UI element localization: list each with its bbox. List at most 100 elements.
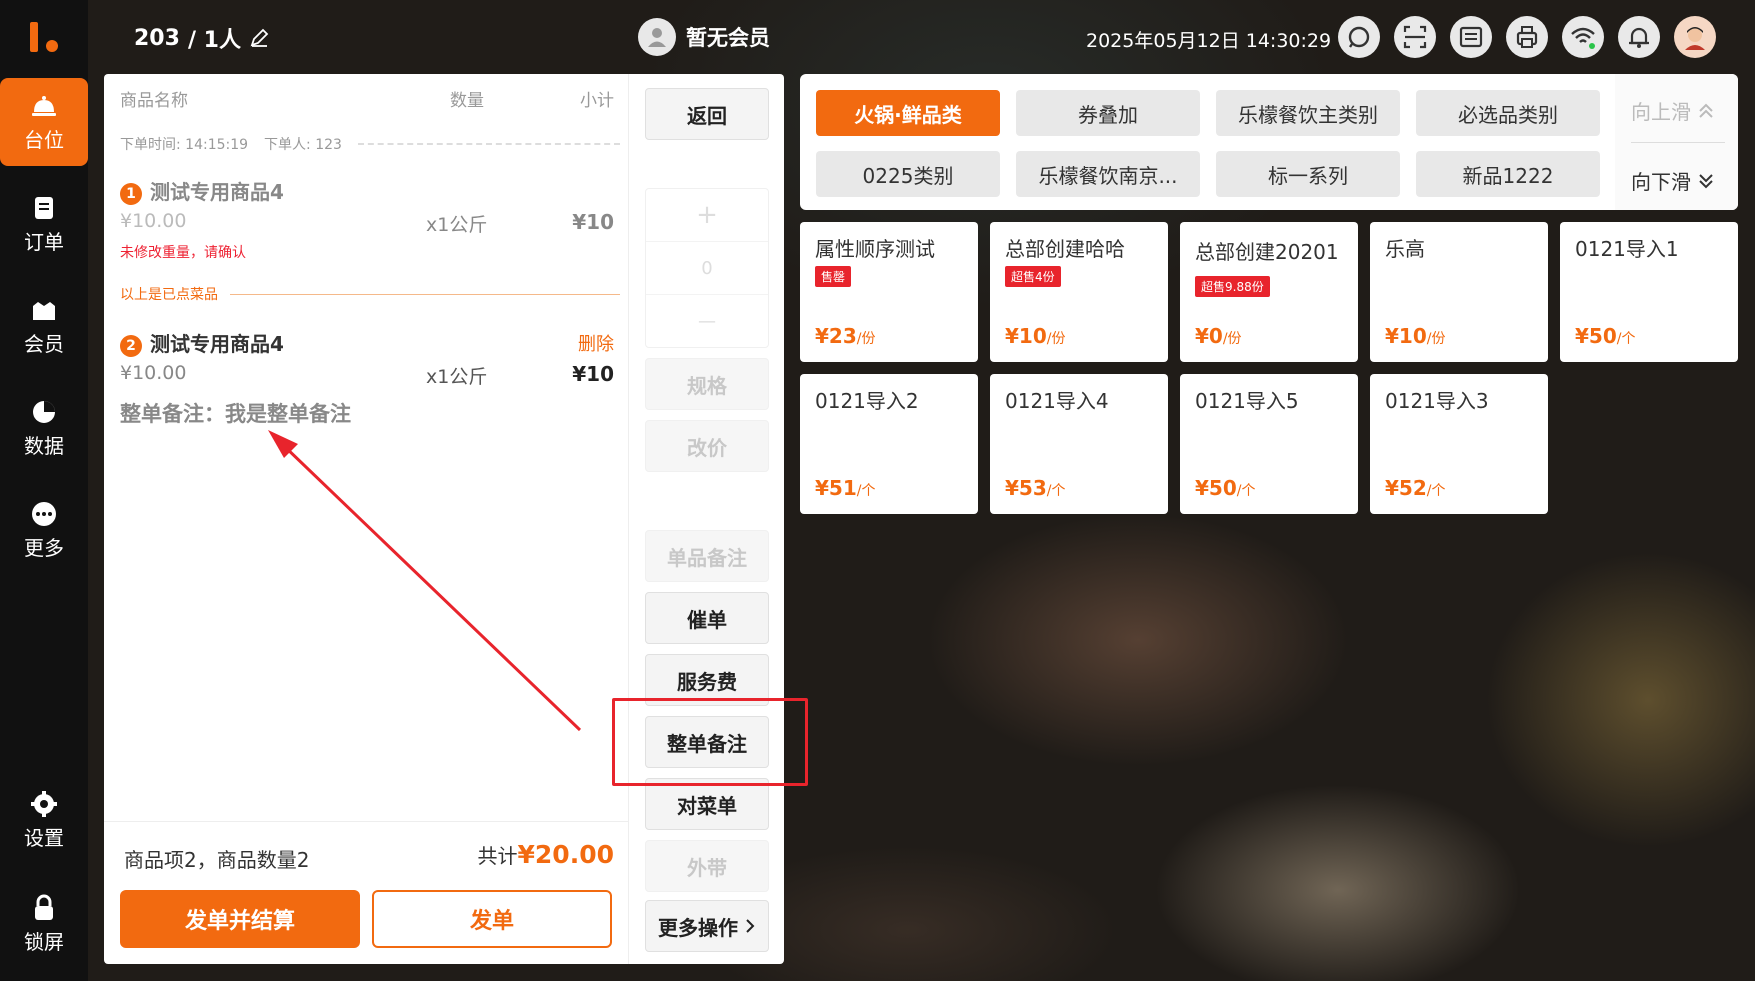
item-number-badge: 2 — [120, 334, 142, 357]
price-unit: /份 — [856, 331, 876, 347]
delete-item-link[interactable]: 删除 — [578, 330, 614, 356]
wifi-button[interactable] — [1562, 16, 1604, 58]
header-subtotal: 小计 — [580, 91, 614, 111]
ordered-separator: 以上是已点菜品 — [120, 284, 620, 304]
more-actions-button[interactable]: 更多操作 — [645, 900, 769, 952]
scroll-down-button[interactable]: 向下滑 — [1631, 166, 1715, 195]
category-tab[interactable]: 乐檬餐饮南京... — [1016, 151, 1200, 197]
product-name: 总部创建哈哈 — [1005, 237, 1125, 261]
user-icon — [648, 28, 666, 47]
product-name: 0121导入3 — [1385, 389, 1489, 413]
submit-and-settle-button[interactable]: 发单并结算 — [120, 890, 360, 948]
chevron-right-icon — [746, 919, 755, 933]
brand-logo — [30, 22, 58, 52]
sidebar-item-settings[interactable]: 设置 — [0, 776, 88, 864]
table-icon — [32, 95, 56, 116]
product-card[interactable]: 0121导入1 ¥50/个 — [1560, 222, 1738, 362]
scan-button[interactable] — [1394, 16, 1436, 58]
list-icon — [1459, 26, 1483, 48]
product-price: ¥53/个 — [1005, 476, 1065, 500]
order-panel: 商品名称 数量 小计 下单时间: 14:15:19 下单人: 123 1 测试专用… — [104, 74, 628, 964]
rush-order-button[interactable]: 催单 — [645, 592, 769, 644]
sidebar-item-label: 订单 — [24, 229, 64, 254]
category-tab[interactable]: 乐檬餐饮主类别 — [1216, 90, 1400, 136]
item-name-text: 测试专用商品4 — [150, 332, 284, 356]
category-panel: 火锅·鲜品类 券叠加 乐檬餐饮主类别 必选品类别 0225类别 乐檬餐饮南京..… — [800, 74, 1738, 210]
plus-button[interactable]: + — [646, 189, 768, 242]
item-note-button[interactable]: 单品备注 — [645, 530, 769, 582]
product-price: ¥50/个 — [1195, 476, 1255, 500]
table-number: 203 — [134, 25, 180, 51]
edit-icon[interactable] — [249, 28, 269, 48]
order-meta: 下单时间: 14:15:19 下单人: 123 — [120, 134, 620, 154]
order-item-subtotal: ¥10 — [572, 210, 614, 234]
sidebar-item-data[interactable]: 数据 — [0, 384, 88, 472]
product-price: ¥52/个 — [1385, 476, 1445, 500]
printer-button[interactable] — [1506, 16, 1548, 58]
sidebar-item-member[interactable]: 会员 — [0, 282, 88, 370]
header-name: 商品名称 — [120, 91, 188, 111]
price-unit: /个 — [1236, 483, 1256, 499]
product-card[interactable]: 属性顺序测试 售罄 ¥23/份 — [800, 222, 978, 362]
sidebar-item-lock[interactable]: 锁屏 — [0, 880, 88, 968]
product-card[interactable]: 乐高 ¥10/份 — [1370, 222, 1548, 362]
change-price-button[interactable]: 改价 — [645, 420, 769, 472]
takeaway-button[interactable]: 外带 — [645, 840, 769, 892]
product-card[interactable]: 总部创建哈哈 超售4份 ¥10/份 — [990, 222, 1168, 362]
order-footer: 商品项2，商品数量2 共计¥20.00 发单并结算 发单 — [104, 821, 628, 964]
scan-icon — [1403, 25, 1427, 49]
sidebar-item-table[interactable]: 台位 — [0, 78, 88, 166]
product-card[interactable]: 0121导入5 ¥50/个 — [1180, 374, 1358, 514]
spec-button[interactable]: 规格 — [645, 358, 769, 410]
item-name-text: 测试专用商品4 — [150, 180, 284, 204]
order-item-name[interactable]: 2 测试专用商品4 — [120, 328, 284, 357]
table-info[interactable]: 203 / 1人 — [134, 22, 269, 54]
product-price: ¥51/个 — [815, 476, 875, 500]
search-icon — [1348, 26, 1370, 48]
order-icon — [35, 196, 53, 219]
gear-icon — [31, 790, 57, 817]
chevron-double-up-icon — [1699, 103, 1713, 118]
chart-icon — [33, 400, 55, 423]
back-button[interactable]: 返回 — [645, 88, 769, 140]
annotation-highlight-box — [612, 698, 808, 786]
category-tab[interactable]: 必选品类别 — [1416, 90, 1600, 136]
product-name: 0121导入4 — [1005, 389, 1109, 413]
order-by: 下单人: 123 — [264, 137, 342, 153]
scroll-down-label: 向下滑 — [1631, 170, 1691, 194]
product-card[interactable]: 0121导入4 ¥53/个 — [990, 374, 1168, 514]
product-badge: 超售9.88份 — [1195, 276, 1270, 297]
product-card[interactable]: 总部创建2020115 超售9.88份 ¥0/份 — [1180, 222, 1358, 362]
member-selector[interactable]: 暂无会员 — [638, 18, 770, 56]
scroll-up-button[interactable]: 向上滑 — [1631, 96, 1715, 125]
minus-button[interactable]: — — [646, 295, 768, 348]
order-item-qty: x1公斤 — [426, 366, 488, 388]
product-name: 0121导入5 — [1195, 389, 1299, 413]
category-tab[interactable]: 标一系列 — [1216, 151, 1400, 197]
whole-order-note: 整单备注：我是整单备注 — [120, 402, 351, 426]
price-unit: /份 — [1046, 331, 1066, 347]
product-card[interactable]: 0121导入3 ¥52/个 — [1370, 374, 1548, 514]
category-tab[interactable]: 0225类别 — [816, 151, 1000, 197]
ordered-label: 以上是已点菜品 — [120, 287, 218, 303]
quantity-stepper: + 0 — — [645, 188, 769, 348]
list-button[interactable] — [1450, 16, 1492, 58]
price-unit: /个 — [856, 483, 876, 499]
product-price: ¥23/份 — [815, 324, 875, 348]
category-tab[interactable]: 新品1222 — [1416, 151, 1600, 197]
sidebar-item-more[interactable]: 更多 — [0, 486, 88, 574]
product-card[interactable]: 0121导入2 ¥51/个 — [800, 374, 978, 514]
order-item-name[interactable]: 1 测试专用商品4 — [120, 176, 284, 205]
search-button[interactable] — [1338, 16, 1380, 58]
submit-button[interactable]: 发单 — [372, 890, 612, 948]
sidebar-item-order[interactable]: 订单 — [0, 180, 88, 268]
user-avatar-button[interactable] — [1674, 16, 1716, 58]
notification-button[interactable] — [1618, 16, 1660, 58]
divider — [230, 293, 620, 295]
total-amount: ¥20.00 — [517, 840, 614, 869]
category-tab[interactable]: 火锅·鲜品类 — [816, 90, 1000, 136]
price-value: ¥51 — [815, 476, 857, 500]
category-tab[interactable]: 券叠加 — [1016, 90, 1200, 136]
product-name: 0121导入2 — [815, 389, 919, 413]
price-value: ¥53 — [1005, 476, 1047, 500]
